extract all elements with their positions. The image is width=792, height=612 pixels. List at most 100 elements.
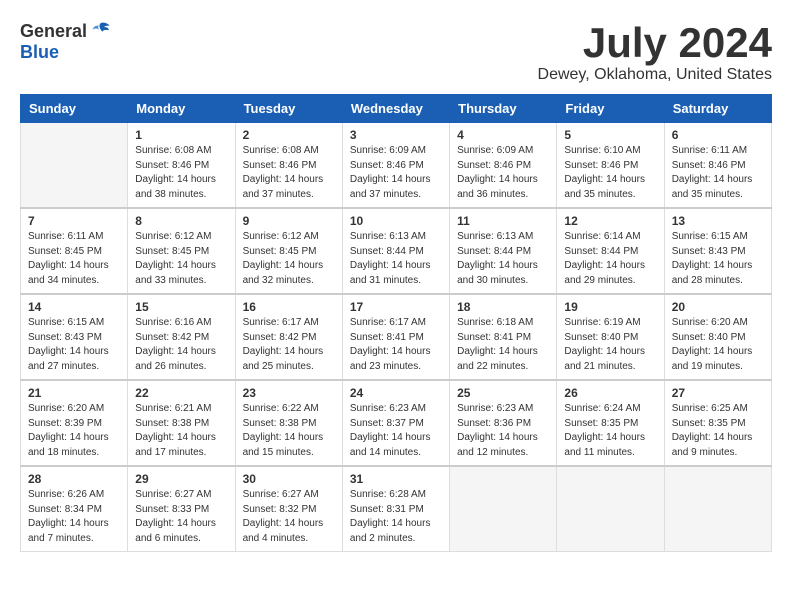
calendar-cell: 2 Sunrise: 6:08 AMSunset: 8:46 PMDaylight…: [235, 123, 342, 209]
day-info: Sunrise: 6:11 AMSunset: 8:45 PMDaylight:…: [28, 230, 120, 288]
day-number: 8: [135, 214, 227, 228]
day-info: Sunrise: 6:15 AMSunset: 8:43 PMDaylight:…: [28, 316, 120, 374]
day-info: Sunrise: 6:08 AMSunset: 8:46 PMDaylight:…: [135, 144, 227, 202]
day-info: Sunrise: 6:16 AMSunset: 8:42 PMDaylight:…: [135, 316, 227, 374]
calendar-cell: 19 Sunrise: 6:19 AMSunset: 8:40 PMDayligh…: [557, 294, 664, 380]
calendar-header-tuesday: Tuesday: [235, 95, 342, 123]
day-number: 22: [135, 386, 227, 400]
day-info: Sunrise: 6:20 AMSunset: 8:39 PMDaylight:…: [28, 402, 120, 460]
calendar-header-wednesday: Wednesday: [342, 95, 449, 123]
day-number: 11: [457, 214, 549, 228]
day-info: Sunrise: 6:17 AMSunset: 8:41 PMDaylight:…: [350, 316, 442, 374]
calendar-cell: 18 Sunrise: 6:18 AMSunset: 8:41 PMDayligh…: [450, 294, 557, 380]
calendar-cell: 5Sunrise: 6:10 AMSunset: 8:46 PMDaylight…: [557, 123, 664, 209]
day-number: 3: [350, 128, 442, 142]
day-number: 31: [350, 472, 442, 486]
day-number: 9: [243, 214, 335, 228]
calendar-cell: [664, 466, 771, 552]
day-number: 21: [28, 386, 120, 400]
day-number: 18: [457, 300, 549, 314]
day-number: 19: [564, 300, 656, 314]
day-number: 6: [672, 128, 764, 142]
page-header: General Blue July 2024 Dewey, Oklahoma, …: [20, 20, 772, 84]
calendar-header-friday: Friday: [557, 95, 664, 123]
day-info: Sunrise: 6:09 AMSunset: 8:46 PMDaylight:…: [350, 144, 442, 202]
calendar-cell: 3 Sunrise: 6:09 AMSunset: 8:46 PMDaylight…: [342, 123, 449, 209]
day-number: 26: [564, 386, 656, 400]
day-number: 29: [135, 472, 227, 486]
logo-bird-icon: [89, 20, 111, 42]
day-number: 24: [350, 386, 442, 400]
logo: General Blue: [20, 20, 111, 63]
day-number: 28: [28, 472, 120, 486]
calendar-cell: 28Sunrise: 6:26 AMSunset: 8:34 PMDayligh…: [21, 466, 128, 552]
day-info: Sunrise: 6:12 AMSunset: 8:45 PMDaylight:…: [243, 230, 335, 288]
day-number: 20: [672, 300, 764, 314]
calendar-cell: 15 Sunrise: 6:16 AMSunset: 8:42 PMDayligh…: [128, 294, 235, 380]
calendar-cell: 27Sunrise: 6:25 AMSunset: 8:35 PMDayligh…: [664, 380, 771, 466]
calendar-cell: 12Sunrise: 6:14 AMSunset: 8:44 PMDayligh…: [557, 208, 664, 294]
day-info: Sunrise: 6:18 AMSunset: 8:41 PMDaylight:…: [457, 316, 549, 374]
day-number: 7: [28, 214, 120, 228]
subtitle: Dewey, Oklahoma, United States: [538, 66, 772, 84]
day-number: 12: [564, 214, 656, 228]
calendar-cell: 16Sunrise: 6:17 AMSunset: 8:42 PMDayligh…: [235, 294, 342, 380]
calendar-cell: 4 Sunrise: 6:09 AMSunset: 8:46 PMDaylight…: [450, 123, 557, 209]
day-number: 23: [243, 386, 335, 400]
day-info: Sunrise: 6:27 AMSunset: 8:32 PMDaylight:…: [243, 488, 335, 546]
day-number: 15: [135, 300, 227, 314]
calendar-week-row-1: 1 Sunrise: 6:08 AMSunset: 8:46 PMDaylight…: [21, 123, 772, 209]
day-info: Sunrise: 6:08 AMSunset: 8:46 PMDaylight:…: [243, 144, 335, 202]
day-info: Sunrise: 6:11 AMSunset: 8:46 PMDaylight:…: [672, 144, 764, 202]
calendar-cell: 21 Sunrise: 6:20 AMSunset: 8:39 PMDayligh…: [21, 380, 128, 466]
calendar-cell: 26 Sunrise: 6:24 AMSunset: 8:35 PMDayligh…: [557, 380, 664, 466]
day-info: Sunrise: 6:24 AMSunset: 8:35 PMDaylight:…: [564, 402, 656, 460]
calendar-cell: [557, 466, 664, 552]
day-info: Sunrise: 6:23 AMSunset: 8:37 PMDaylight:…: [350, 402, 442, 460]
calendar-cell: 1 Sunrise: 6:08 AMSunset: 8:46 PMDaylight…: [128, 123, 235, 209]
day-number: 30: [243, 472, 335, 486]
day-info: Sunrise: 6:23 AMSunset: 8:36 PMDaylight:…: [457, 402, 549, 460]
calendar-cell: 23Sunrise: 6:22 AMSunset: 8:38 PMDayligh…: [235, 380, 342, 466]
day-info: Sunrise: 6:09 AMSunset: 8:46 PMDaylight:…: [457, 144, 549, 202]
calendar-cell: 8 Sunrise: 6:12 AMSunset: 8:45 PMDaylight…: [128, 208, 235, 294]
day-number: 4: [457, 128, 549, 142]
calendar-header-saturday: Saturday: [664, 95, 771, 123]
calendar-cell: 31 Sunrise: 6:28 AMSunset: 8:31 PMDayligh…: [342, 466, 449, 552]
calendar-cell: 10 Sunrise: 6:13 AMSunset: 8:44 PMDayligh…: [342, 208, 449, 294]
calendar-cell: 6 Sunrise: 6:11 AMSunset: 8:46 PMDaylight…: [664, 123, 771, 209]
day-info: Sunrise: 6:20 AMSunset: 8:40 PMDaylight:…: [672, 316, 764, 374]
calendar-week-row-5: 28Sunrise: 6:26 AMSunset: 8:34 PMDayligh…: [21, 466, 772, 552]
calendar-week-row-3: 14Sunrise: 6:15 AMSunset: 8:43 PMDayligh…: [21, 294, 772, 380]
calendar-cell: 30 Sunrise: 6:27 AMSunset: 8:32 PMDayligh…: [235, 466, 342, 552]
day-info: Sunrise: 6:12 AMSunset: 8:45 PMDaylight:…: [135, 230, 227, 288]
calendar-header-row: SundayMondayTuesdayWednesdayThursdayFrid…: [21, 95, 772, 123]
day-info: Sunrise: 6:15 AMSunset: 8:43 PMDaylight:…: [672, 230, 764, 288]
day-info: Sunrise: 6:13 AMSunset: 8:44 PMDaylight:…: [457, 230, 549, 288]
day-number: 10: [350, 214, 442, 228]
calendar-cell: 7 Sunrise: 6:11 AMSunset: 8:45 PMDaylight…: [21, 208, 128, 294]
calendar-week-row-4: 21 Sunrise: 6:20 AMSunset: 8:39 PMDayligh…: [21, 380, 772, 466]
calendar-header-thursday: Thursday: [450, 95, 557, 123]
calendar-cell: 14Sunrise: 6:15 AMSunset: 8:43 PMDayligh…: [21, 294, 128, 380]
day-number: 2: [243, 128, 335, 142]
calendar-cell: 24 Sunrise: 6:23 AMSunset: 8:37 PMDayligh…: [342, 380, 449, 466]
day-number: 27: [672, 386, 764, 400]
day-info: Sunrise: 6:13 AMSunset: 8:44 PMDaylight:…: [350, 230, 442, 288]
calendar-cell: 17 Sunrise: 6:17 AMSunset: 8:41 PMDayligh…: [342, 294, 449, 380]
day-number: 5: [564, 128, 656, 142]
day-number: 13: [672, 214, 764, 228]
day-number: 1: [135, 128, 227, 142]
calendar-cell: 22Sunrise: 6:21 AMSunset: 8:38 PMDayligh…: [128, 380, 235, 466]
day-number: 17: [350, 300, 442, 314]
calendar-cell: 25 Sunrise: 6:23 AMSunset: 8:36 PMDayligh…: [450, 380, 557, 466]
calendar-table: SundayMondayTuesdayWednesdayThursdayFrid…: [20, 94, 772, 552]
day-info: Sunrise: 6:28 AMSunset: 8:31 PMDaylight:…: [350, 488, 442, 546]
day-info: Sunrise: 6:27 AMSunset: 8:33 PMDaylight:…: [135, 488, 227, 546]
calendar-cell: [450, 466, 557, 552]
calendar-cell: 13 Sunrise: 6:15 AMSunset: 8:43 PMDayligh…: [664, 208, 771, 294]
calendar-cell: 20 Sunrise: 6:20 AMSunset: 8:40 PMDayligh…: [664, 294, 771, 380]
day-info: Sunrise: 6:19 AMSunset: 8:40 PMDaylight:…: [564, 316, 656, 374]
title-section: July 2024 Dewey, Oklahoma, United States: [538, 20, 772, 84]
day-number: 25: [457, 386, 549, 400]
